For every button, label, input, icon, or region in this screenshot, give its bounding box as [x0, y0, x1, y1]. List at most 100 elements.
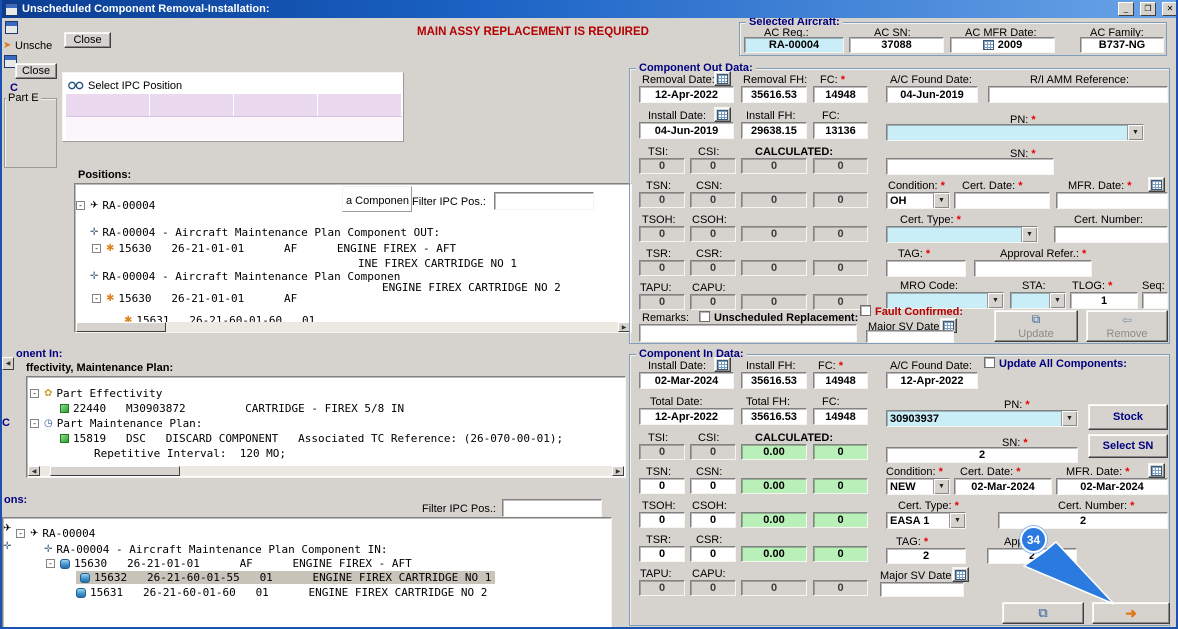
- ri-amm-field[interactable]: [988, 86, 1168, 103]
- out-sn-field[interactable]: [886, 158, 1054, 175]
- chevron-down-icon[interactable]: ▼: [933, 193, 949, 208]
- chevron-down-icon[interactable]: ▼: [933, 479, 949, 494]
- out-approval-field[interactable]: [974, 260, 1092, 277]
- chevron-down-icon[interactable]: ▼: [1049, 293, 1065, 308]
- in-mfr-date-field[interactable]: 02-Mar-2024: [1056, 478, 1168, 495]
- tree-row[interactable]: ✿ Part Effectivity: [44, 387, 162, 400]
- chevron-down-icon[interactable]: ▼: [987, 293, 1003, 308]
- in-csr-field[interactable]: 0: [690, 546, 736, 562]
- out-condition-combobox[interactable]: OH ▼: [886, 192, 950, 209]
- tree-row[interactable]: 15630 26-21-01-01 AF ENGINE FIREX - AFT: [60, 557, 412, 570]
- tree-row[interactable]: ✱ 15630 26-21-01-01 AF: [106, 292, 297, 305]
- close-button-2[interactable]: Close: [15, 63, 57, 79]
- calendar-button[interactable]: [714, 107, 731, 122]
- out-major-sv-field[interactable]: [866, 330, 954, 343]
- tree-expander[interactable]: -: [30, 389, 39, 398]
- select-sn-button[interactable]: Select SN: [1088, 434, 1168, 458]
- in-major-sv-field[interactable]: [880, 582, 964, 597]
- out-sta-combobox[interactable]: ▼: [1010, 292, 1066, 309]
- in-cert-date-field[interactable]: 02-Mar-2024: [954, 478, 1052, 495]
- remove-button[interactable]: ⇦ Remove: [1086, 310, 1168, 342]
- tree-row-selected[interactable]: 15632 26-21-60-01-55 01 ENGINE FIREX CAR…: [76, 571, 495, 584]
- ipc-table-row[interactable]: [66, 116, 402, 140]
- out-cert-date-field[interactable]: [954, 192, 1050, 209]
- calendar-button[interactable]: [714, 71, 731, 86]
- total-fc-field[interactable]: 14948: [813, 408, 868, 425]
- minimize-button[interactable]: _: [1118, 2, 1134, 16]
- chevron-down-icon[interactable]: ▼: [949, 513, 965, 528]
- close-window-button[interactable]: ✕: [1162, 2, 1178, 16]
- filter-ipc-input-2[interactable]: [502, 499, 602, 517]
- in-tag-field[interactable]: 2: [886, 548, 966, 564]
- tree-row[interactable]: ENGINE FIREX CARTRIDGE NO 2: [382, 281, 561, 294]
- close-button[interactable]: Close: [64, 32, 111, 48]
- calendar-button[interactable]: [1148, 177, 1165, 192]
- scroll-right-button[interactable]: ▶: [612, 466, 624, 476]
- in-install-fh-field[interactable]: 35616.53: [741, 372, 807, 389]
- out-ac-found-date-field[interactable]: 04-Jun-2019: [886, 86, 978, 103]
- filter-ipc-input[interactable]: [494, 192, 594, 210]
- remarks-field[interactable]: [639, 324, 857, 342]
- in-install-fc-field[interactable]: 14948: [813, 372, 868, 389]
- in-pn-combobox[interactable]: 30903937 ▼: [886, 410, 1078, 427]
- out-tag-field[interactable]: [886, 260, 966, 277]
- tree-row[interactable]: INE FIREX CARTRIDGE NO 1: [358, 257, 517, 270]
- tree-row[interactable]: ◷ Part Maintenance Plan:: [44, 417, 202, 430]
- out-cert-type-combobox[interactable]: ▼: [886, 226, 1038, 243]
- scroll-left-button[interactable]: ◀: [28, 466, 40, 476]
- in-tsn-field[interactable]: 0: [639, 478, 685, 494]
- tree-row[interactable]: ✈ RA-00004: [30, 527, 95, 540]
- update-all-components-checkbox[interactable]: [984, 357, 995, 368]
- calendar-button[interactable]: [952, 567, 969, 582]
- ac-reg-field[interactable]: RA-00004: [744, 37, 844, 53]
- in-csoh-field[interactable]: 0: [690, 512, 736, 528]
- calendar-button[interactable]: [1148, 463, 1165, 478]
- tree-row[interactable]: ✱ 15630 26-21-01-01 AF ENGINE FIREX - AF…: [106, 242, 456, 255]
- removal-fh-field[interactable]: 35616.53: [741, 86, 807, 103]
- tree-expander[interactable]: -: [76, 201, 85, 210]
- unscheduled-replacement-checkbox[interactable]: [699, 311, 710, 322]
- tree-row[interactable]: 22440 M30903872 CARTRIDGE - FIREX 5/8 IN: [60, 402, 404, 415]
- in-tsoh-field[interactable]: 0: [639, 512, 685, 528]
- chevron-down-icon[interactable]: ▼: [1021, 227, 1037, 242]
- horizontal-scrollbar[interactable]: [40, 466, 612, 476]
- scrollbar-thumb[interactable]: [76, 322, 166, 332]
- ac-mfr-date-field[interactable]: 2009: [950, 37, 1055, 53]
- out-install-date-field[interactable]: 04-Jun-2019: [639, 122, 734, 139]
- out-seq-field[interactable]: [1142, 292, 1168, 309]
- horizontal-scrollbar[interactable]: [76, 322, 618, 332]
- removal-fc-field[interactable]: 14948: [813, 86, 868, 103]
- tree-row[interactable]: ✈ RA-00004: [90, 199, 155, 212]
- removal-date-field[interactable]: 12-Apr-2022: [639, 86, 734, 103]
- tree-row[interactable]: ✛ RA-00004 - Aircraft Maintenance Plan C…: [44, 543, 388, 556]
- ac-sn-field[interactable]: 37088: [849, 37, 944, 53]
- tree-row[interactable]: Repetitive Interval: 120 MO;: [94, 447, 286, 460]
- tree-expander[interactable]: -: [16, 529, 25, 538]
- out-cert-number-field[interactable]: [1054, 226, 1168, 243]
- in-install-date-field[interactable]: 02-Mar-2024: [639, 372, 734, 389]
- out-pn-combobox[interactable]: ▼: [886, 124, 1144, 141]
- out-mfr-date-field[interactable]: [1056, 192, 1168, 209]
- scroll-left-button[interactable]: ◀: [2, 357, 14, 370]
- calendar-button[interactable]: [714, 357, 731, 372]
- chevron-down-icon[interactable]: ▼: [1127, 125, 1143, 140]
- maximize-button[interactable]: ❐: [1140, 2, 1156, 16]
- out-install-fc-field[interactable]: 13136: [813, 122, 868, 139]
- tree-expander[interactable]: -: [30, 419, 39, 428]
- in-cert-type-combobox[interactable]: EASA 1 ▼: [886, 512, 966, 529]
- in-tsr-field[interactable]: 0: [639, 546, 685, 562]
- fault-confirmed-checkbox[interactable]: [860, 305, 871, 316]
- total-fh-field[interactable]: 35616.53: [741, 408, 807, 425]
- total-date-field[interactable]: 12-Apr-2022: [639, 408, 734, 425]
- tree-expander[interactable]: -: [92, 294, 101, 303]
- update-button[interactable]: ⧉ Update: [994, 310, 1078, 342]
- tree-row[interactable]: ✛ RA-00004 - Aircraft Maintenance Plan C…: [90, 270, 400, 283]
- out-tlog-field[interactable]: 1: [1070, 292, 1138, 309]
- tree-row[interactable]: ✛ RA-00004 - Aircraft Maintenance Plan C…: [90, 226, 440, 239]
- out-install-fh-field[interactable]: 29638.15: [741, 122, 807, 139]
- in-cert-number-field[interactable]: 2: [998, 512, 1168, 529]
- in-ac-found-date-field[interactable]: 12-Apr-2022: [886, 372, 978, 389]
- in-sn-field[interactable]: 2: [886, 447, 1078, 463]
- stock-button[interactable]: Stock: [1088, 404, 1168, 430]
- chevron-down-icon[interactable]: ▼: [1061, 411, 1077, 426]
